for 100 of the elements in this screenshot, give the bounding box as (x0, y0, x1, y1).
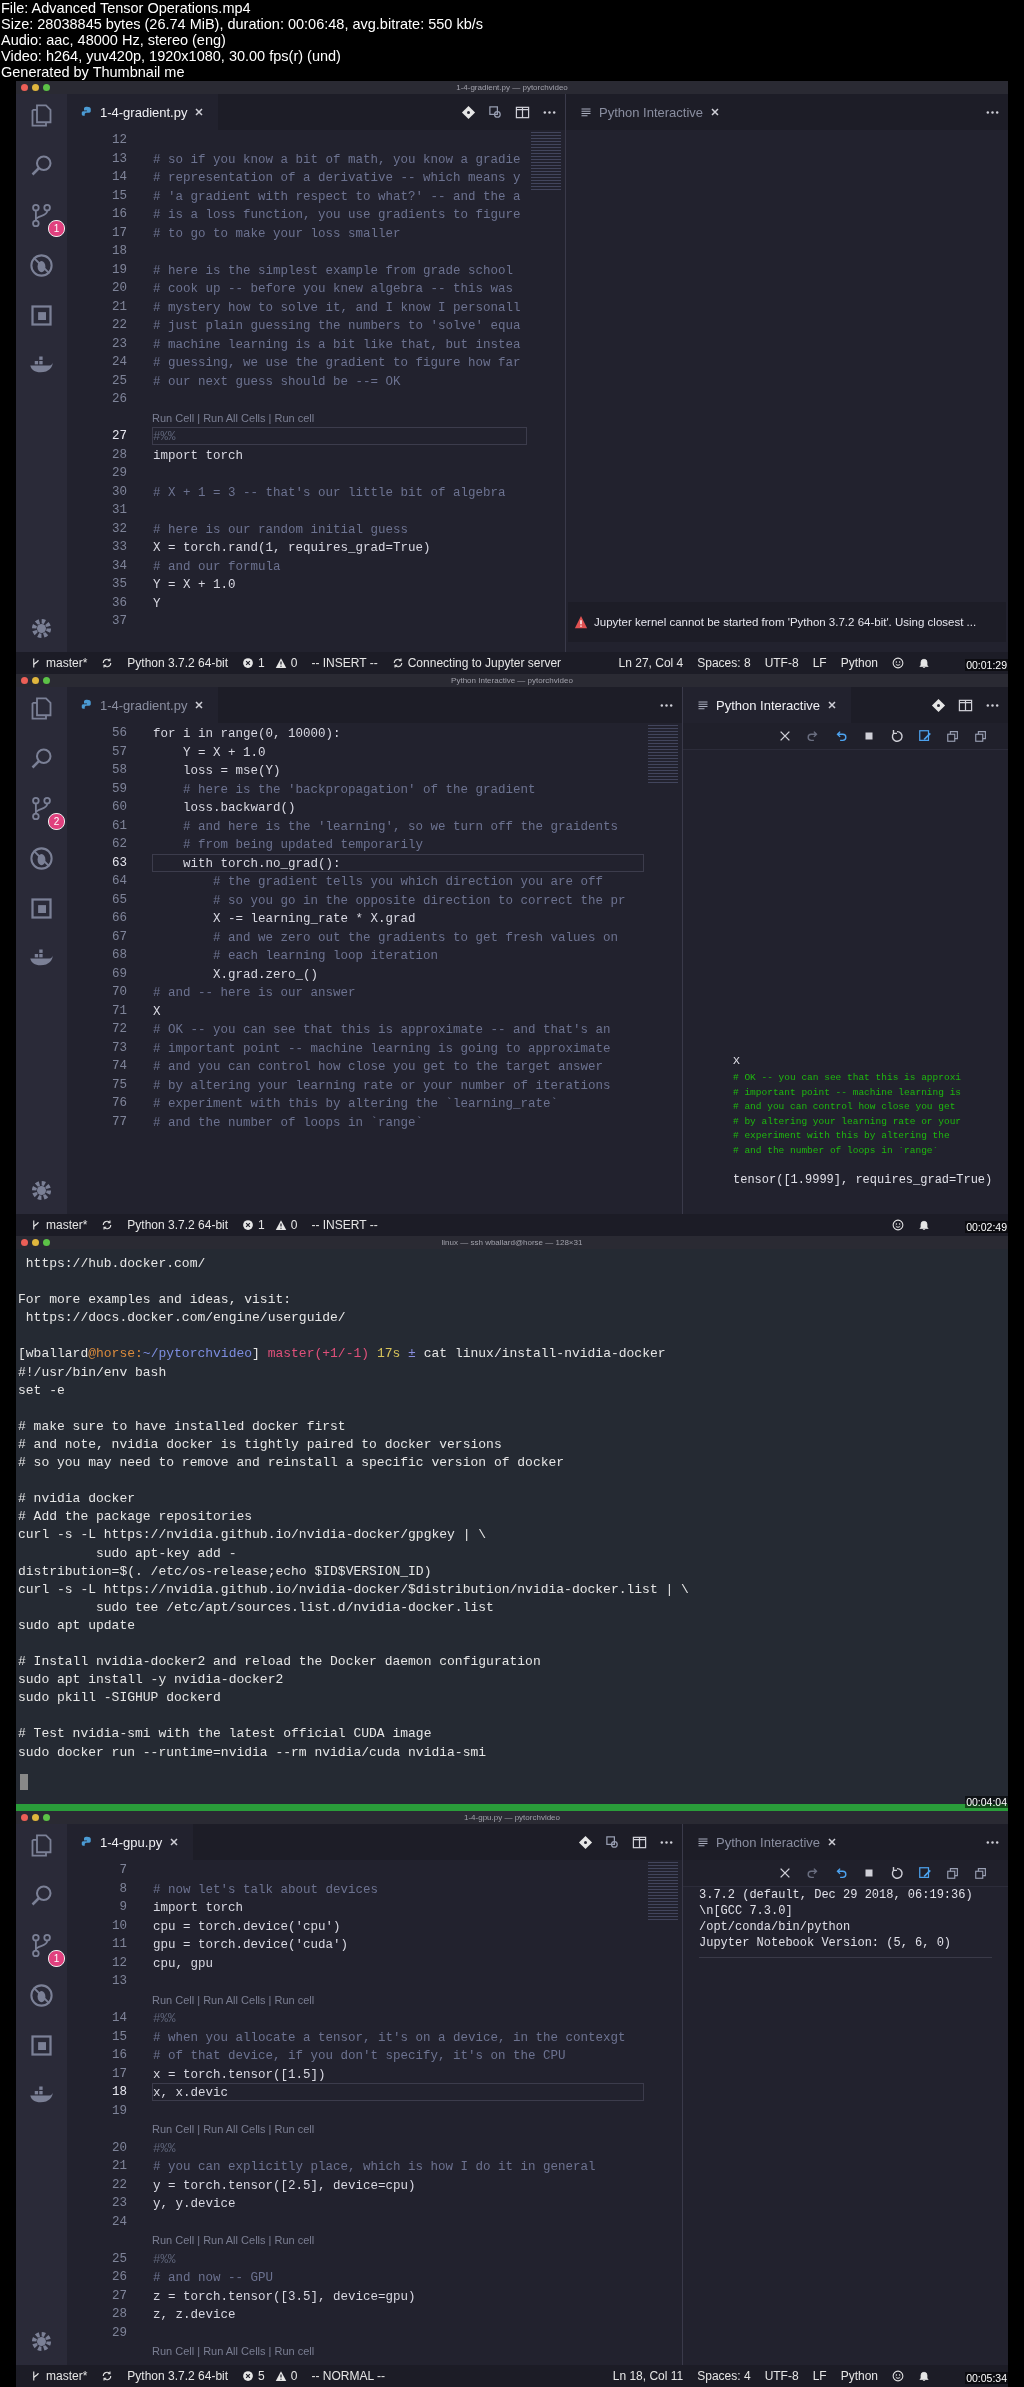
editor-tab[interactable]: 1-4-gradient.py (67, 94, 219, 130)
code-line: # the gradient tells you which direction you are off (212, 874, 605, 891)
git-compare-icon[interactable] (578, 1834, 593, 1850)
debug-icon[interactable] (28, 252, 55, 279)
branch-status[interactable]: master* (30, 1218, 88, 1232)
sync-icon[interactable] (101, 2370, 114, 2382)
minimize-window-icon[interactable] (32, 1814, 39, 1821)
vim-mode-status: -- INSERT -- (311, 656, 378, 670)
window-title: 1-4-gpu.py — pytorchvideo (463, 1813, 561, 1822)
restart-icon[interactable] (890, 1866, 904, 1880)
smiley-icon[interactable] (892, 657, 904, 669)
extensions-icon[interactable] (28, 2032, 55, 2059)
debug-icon[interactable] (28, 1982, 55, 2009)
editor-tab[interactable]: 1-4-gpu.py (67, 1824, 194, 1860)
code-line: Y (152, 595, 162, 612)
status-item[interactable]: LF (812, 2369, 827, 2383)
close-icon[interactable] (710, 107, 721, 117)
close-icon[interactable] (194, 700, 205, 710)
output-line: 3.7.2 (default, Dec 29 2018, 06:19:36) (699, 1887, 974, 1903)
branch-status[interactable]: master* (30, 2369, 88, 2383)
open-preview-icon[interactable] (488, 104, 503, 120)
status-item[interactable]: Spaces: 4 (697, 2369, 751, 2383)
close-icon[interactable] (827, 1837, 838, 1847)
interpreter-status[interactable]: Python 3.7.2 64-bit (127, 1218, 229, 1232)
maximize-window-icon[interactable] (43, 1239, 50, 1246)
python-file-icon (81, 699, 93, 711)
sync-icon (391, 657, 404, 669)
split-editor-icon[interactable] (632, 1834, 647, 1850)
interpreter-status[interactable]: Python 3.7.2 64-bit (127, 2369, 229, 2383)
status-item[interactable]: UTF-8 (764, 656, 799, 670)
split-editor-icon[interactable] (515, 104, 530, 120)
line-number: 32 (111, 521, 128, 536)
sync-icon[interactable] (101, 1219, 114, 1231)
open-preview-icon[interactable] (605, 1834, 620, 1850)
close-window-icon[interactable] (21, 1814, 28, 1821)
git-compare-icon[interactable] (461, 104, 476, 120)
close-window-icon[interactable] (21, 84, 28, 91)
error-icon (242, 657, 255, 669)
terminal-line: https://hub.docker.com/ (24, 1255, 207, 1273)
status-item[interactable]: Ln 27, Col 4 (618, 656, 684, 670)
maximize-window-icon[interactable] (43, 677, 50, 684)
status-item[interactable]: Spaces: 8 (697, 656, 751, 670)
undo-icon[interactable] (834, 1866, 848, 1880)
edit-icon[interactable] (918, 729, 932, 743)
close-icon[interactable] (194, 107, 205, 117)
run-cell-links[interactable]: Run Cell | Run All Cells | Run cell (152, 411, 315, 424)
restart-icon[interactable] (890, 729, 904, 743)
close-window-icon[interactable] (21, 677, 28, 684)
smiley-icon[interactable] (892, 2370, 904, 2382)
interpreter-status[interactable]: Python 3.7.2 64-bit (127, 656, 229, 670)
branch-status[interactable]: master* (30, 656, 88, 670)
line-number: 23 (111, 2196, 128, 2211)
bell-icon[interactable] (918, 2370, 930, 2382)
status-item[interactable]: UTF-8 (764, 2369, 799, 2383)
code-line: Y = X + 1.0 (182, 744, 267, 761)
code-line: # so if you know a bit of math, you know a gradie (152, 151, 522, 168)
extensions-icon[interactable] (28, 895, 55, 922)
sync-icon[interactable] (101, 657, 114, 669)
run-cell-links[interactable]: Run Cell | Run All Cells | Run cell (152, 1993, 315, 2006)
close-window-icon[interactable] (21, 1239, 28, 1246)
close-icon[interactable] (169, 1837, 180, 1847)
split-editor-icon[interactable] (958, 697, 973, 713)
maximize-window-icon[interactable] (43, 84, 50, 91)
redo-icon[interactable] (806, 1866, 820, 1880)
bell-icon[interactable] (918, 1219, 930, 1231)
clear-icon[interactable] (778, 729, 792, 743)
edit-icon[interactable] (918, 1866, 932, 1880)
status-item[interactable]: LF (812, 656, 827, 670)
output-line: # by altering your learning rate or your (733, 1114, 963, 1129)
run-cell-links[interactable]: Run Cell | Run All Cells | Run cell (152, 2345, 315, 2358)
line-number: 9 (118, 1900, 128, 1915)
minimize-window-icon[interactable] (32, 1239, 39, 1246)
maximize-window-icon[interactable] (43, 1814, 50, 1821)
status-item[interactable]: Ln 18, Col 11 (612, 2369, 684, 2383)
panel-tab[interactable]: Python Interactive (683, 687, 852, 723)
run-cell-links[interactable]: Run Cell | Run All Cells | Run cell (152, 2234, 315, 2247)
extensions-icon[interactable] (28, 302, 55, 329)
code-line: # representation of a derivative -- which means y (152, 170, 522, 187)
status-item[interactable]: Python (840, 656, 878, 670)
line-number: 27 (111, 429, 128, 444)
problems-status[interactable]: 1 0 (242, 1218, 298, 1232)
debug-icon[interactable] (28, 845, 55, 872)
undo-icon[interactable] (834, 729, 848, 743)
line-number: 8 (118, 1881, 128, 1896)
redo-icon[interactable] (806, 729, 820, 743)
run-cell-links[interactable]: Run Cell | Run All Cells | Run cell (152, 2123, 315, 2136)
problems-status[interactable]: 5 0 (242, 2369, 298, 2383)
bell-icon[interactable] (918, 657, 930, 669)
minimize-window-icon[interactable] (32, 677, 39, 684)
line-number: 56 (111, 726, 128, 741)
status-item[interactable]: Python (840, 2369, 878, 2383)
line-number: 15 (111, 188, 128, 203)
clear-icon[interactable] (778, 1866, 792, 1880)
close-icon[interactable] (827, 700, 838, 710)
code-line: cpu = torch.device('cpu') (152, 1918, 342, 1935)
smiley-icon[interactable] (892, 1219, 904, 1231)
problems-status[interactable]: 1 0 (242, 656, 298, 670)
git-compare-icon[interactable] (931, 697, 946, 713)
minimize-window-icon[interactable] (32, 84, 39, 91)
editor-tab[interactable]: 1-4-gradient.py (67, 687, 219, 723)
